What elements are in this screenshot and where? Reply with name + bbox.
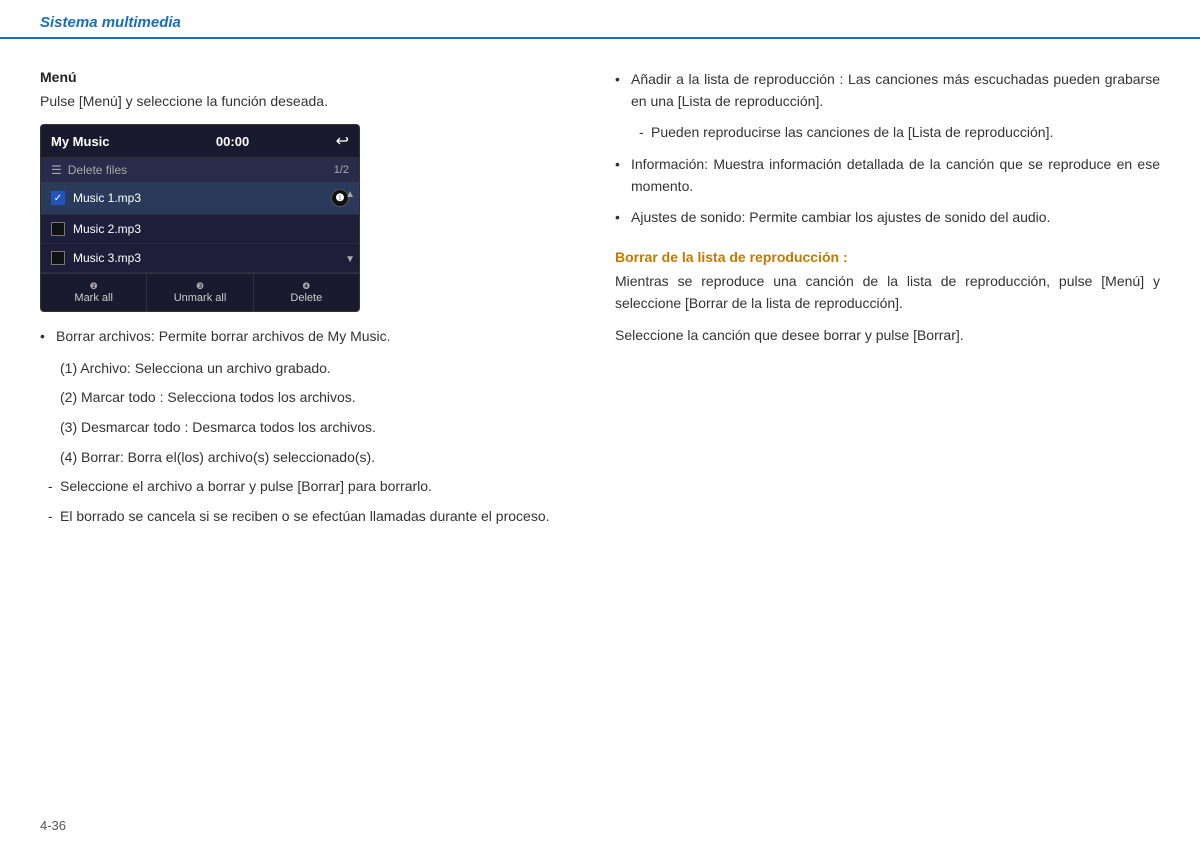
right-bullet-1: Añadir a la lista de reproducción : Las … xyxy=(615,69,1160,112)
page-content: Menú Pulse [Menú] y seleccione la funció… xyxy=(0,39,1200,566)
pagination-label: 1/2 xyxy=(334,164,349,176)
unmark-all-button[interactable]: ❸ Unmark all xyxy=(147,274,253,311)
file-name-2: Music 2.mp3 xyxy=(73,222,349,236)
left-bullet-list: Borrar archivos: Permite borrar archivos… xyxy=(40,326,585,348)
right-column: Añadir a la lista de reproducción : Las … xyxy=(615,69,1160,536)
header-title: Sistema multimedia xyxy=(40,14,181,31)
device-screen: My Music 00:00 ↩ ☰ Delete files 1/2 M xyxy=(40,124,360,312)
numbered-item-2: (2) Marcar todo : Selecciona todos los a… xyxy=(40,387,585,409)
file-row-2[interactable]: Music 2.mp3 xyxy=(41,215,359,244)
subsection-text-1: Mientras se reproduce una canción de la … xyxy=(615,271,1160,314)
screen-back-button[interactable]: ↩ xyxy=(336,131,349,151)
bullet-borrar-archivos: Borrar archivos: Permite borrar archivos… xyxy=(40,326,585,348)
delete-label: Delete xyxy=(290,292,322,304)
screen-delete-bar: ☰ Delete files 1/2 xyxy=(41,157,359,182)
file-checkbox-1[interactable] xyxy=(51,191,65,205)
right-dash-1: Pueden reproducirse las canciones de la … xyxy=(631,122,1160,144)
numbered-item-3: (3) Desmarcar todo : Desmarca todos los … xyxy=(40,417,585,439)
numbered-list: (1) Archivo: Selecciona un archivo graba… xyxy=(40,358,585,469)
right-bullet-list-2: Información: Muestra información detalla… xyxy=(615,154,1160,229)
file-row-1[interactable]: Music 1.mp3 ❶ ▲ xyxy=(41,182,359,215)
mark-all-button[interactable]: ❷ Mark all xyxy=(41,274,147,311)
screen-header: My Music 00:00 ↩ xyxy=(41,125,359,157)
delete-bar-left: ☰ Delete files xyxy=(51,163,127,177)
scroll-down-arrow[interactable]: ▼ xyxy=(345,254,355,265)
file-checkbox-3[interactable] xyxy=(51,251,65,265)
screen-bottom-bar: ❷ Mark all ❸ Unmark all ❹ Delete xyxy=(41,273,359,311)
file-row-3[interactable]: Music 3.mp3 ▼ xyxy=(41,244,359,273)
file-name-1: Music 1.mp3 xyxy=(73,191,331,205)
subsection-text-2: Seleccione la canción que desee borrar y… xyxy=(615,325,1160,347)
delete-badge: ❹ xyxy=(258,281,355,292)
screen-title: My Music xyxy=(51,134,110,149)
right-bullet-list: Añadir a la lista de reproducción : Las … xyxy=(615,69,1160,112)
page-number: 4-36 xyxy=(40,818,66,833)
delete-button[interactable]: ❹ Delete xyxy=(254,274,359,311)
unmark-all-label: Unmark all xyxy=(174,292,227,304)
numbered-item-4: (4) Borrar: Borra el(los) archivo(s) sel… xyxy=(40,447,585,469)
numbered-item-1: (1) Archivo: Selecciona un archivo graba… xyxy=(40,358,585,380)
menu-intro: Pulse [Menú] y seleccione la función des… xyxy=(40,91,585,112)
file-checkbox-2[interactable] xyxy=(51,222,65,236)
scroll-up-arrow[interactable]: ▲ xyxy=(345,189,355,200)
mark-all-label: Mark all xyxy=(74,292,113,304)
delete-files-label: Delete files xyxy=(68,163,127,177)
right-bullet-2: Información: Muestra información detalla… xyxy=(615,154,1160,197)
screen-file-list: Music 1.mp3 ❶ ▲ Music 2.mp3 Music 3.mp3 … xyxy=(41,182,359,273)
menu-heading: Menú xyxy=(40,69,585,85)
subsection-heading: Borrar de la lista de reproducción : xyxy=(615,249,1160,265)
left-column: Menú Pulse [Menú] y seleccione la funció… xyxy=(40,69,585,536)
screen-file-list-wrapper: Music 1.mp3 ❶ ▲ Music 2.mp3 Music 3.mp3 … xyxy=(41,182,359,273)
delete-files-icon: ☰ xyxy=(51,163,62,177)
mark-all-badge: ❷ xyxy=(45,281,142,292)
screen-time: 00:00 xyxy=(130,134,336,149)
right-bullet-3: Ajustes de sonido: Permite cambiar los a… xyxy=(615,207,1160,229)
dash-item-1: Seleccione el archivo a borrar y pulse [… xyxy=(40,476,585,498)
page-header: Sistema multimedia xyxy=(0,0,1200,39)
unmark-all-badge: ❸ xyxy=(151,281,248,292)
file-name-3: Music 3.mp3 xyxy=(73,251,349,265)
dash-item-2: El borrado se cancela si se reciben o se… xyxy=(40,506,585,528)
